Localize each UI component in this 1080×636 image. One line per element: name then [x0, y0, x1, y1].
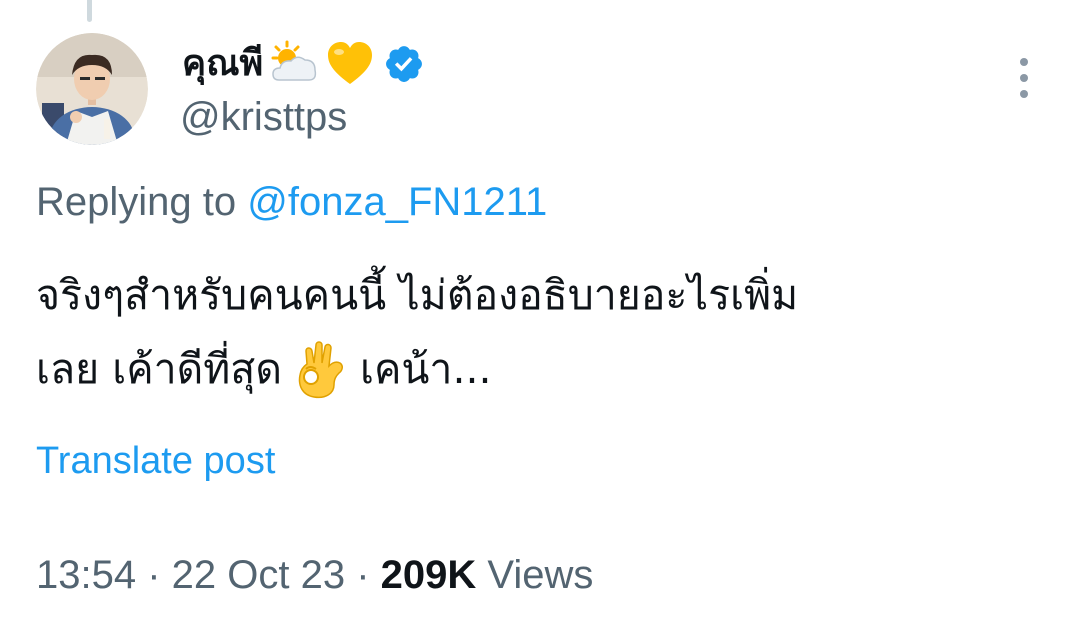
replying-to-handle-link[interactable]: @fonza_FN1211: [247, 180, 547, 224]
author-name-row[interactable]: คุณพี: [182, 36, 425, 92]
more-dot-icon: [1020, 58, 1028, 66]
avatar[interactable]: [36, 33, 148, 145]
verified-badge-icon: [383, 43, 425, 85]
author-handle[interactable]: @kristtps: [180, 92, 347, 142]
avatar-photo: [36, 33, 148, 145]
replying-to: Replying to @fonza_FN1211: [36, 176, 547, 228]
yellow-heart-icon: [325, 40, 375, 88]
meta-separator: ·: [345, 553, 381, 597]
meta-separator: ·: [136, 553, 172, 597]
views-label: Views: [476, 553, 594, 597]
author-display-name[interactable]: คุณพี: [182, 36, 263, 92]
post-time[interactable]: 13:54: [36, 553, 136, 597]
replying-to-label: Replying to: [36, 180, 248, 224]
tweet-text: จริงๆสำหรับคนคนนี้ ไม่ต้องอธิบายอะไรเพิ่…: [36, 258, 1046, 406]
tweet-text-line-2-end: เคน้า...: [359, 345, 492, 393]
thread-connector-line: [87, 0, 92, 22]
ok-hand-icon: [294, 339, 348, 399]
sun-behind-cloud-icon: [269, 40, 319, 88]
tweet: คุณพี @kristtps Replying to @fonza_FN121…: [0, 0, 1080, 636]
tweet-text-line-2-start: เลย เค้าดีที่สุด: [36, 345, 282, 393]
tweet-text-line-1: จริงๆสำหรับคนคนนี้ ไม่ต้องอธิบายอะไรเพิ่…: [36, 271, 799, 319]
post-date[interactable]: 22 Oct 23: [172, 553, 345, 597]
more-options-button[interactable]: [1008, 58, 1040, 98]
tweet-text-line-2: เลย เค้าดีที่สุด เคน้า...: [36, 332, 1046, 406]
more-dot-icon: [1020, 74, 1028, 82]
tweet-metadata: 13:54 · 22 Oct 23 · 209K Views: [36, 548, 593, 602]
views-count[interactable]: 209K: [381, 553, 477, 597]
more-dot-icon: [1020, 90, 1028, 98]
translate-post-link[interactable]: Translate post: [36, 436, 275, 486]
